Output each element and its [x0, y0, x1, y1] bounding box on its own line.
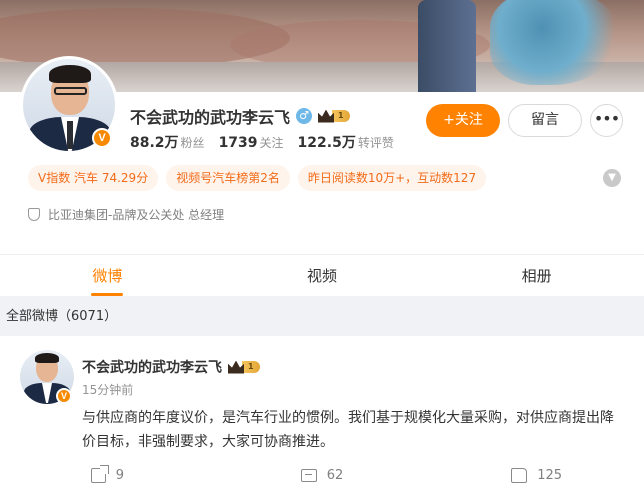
stat-following[interactable]: 1739 关注: [219, 132, 284, 151]
vip-crown-icon[interactable]: 1: [318, 109, 350, 123]
post-content: 与供应商的年度议价，是汽车行业的惯例。我们基于规模化大量采购，对供应商提出降价目…: [82, 410, 614, 450]
verification-info: 比亚迪集团-品牌及公关处 总经理: [28, 206, 224, 223]
profile-name: 不会武功的武功李云飞: [130, 108, 291, 127]
tab-weibo[interactable]: 微博: [0, 255, 215, 296]
stat-fans[interactable]: 88.2万 粉丝: [130, 132, 205, 152]
shield-icon: [28, 208, 40, 221]
vip-crown-icon[interactable]: 1: [228, 360, 260, 374]
chevron-down-icon[interactable]: ▼: [603, 169, 621, 187]
stat-engagement: 122.5万 转评赞: [297, 135, 394, 151]
post-timestamp[interactable]: 15分钟前: [82, 381, 133, 398]
tag-reading-stats[interactable]: 昨日阅读数10万+，互动数127: [297, 165, 487, 191]
comment-icon: [300, 468, 317, 482]
share-icon: [90, 464, 109, 483]
profile-tabs: 微博 视频 相册: [0, 254, 644, 296]
like-button[interactable]: 125: [429, 462, 644, 488]
feed-post: V 不会武功的武功李云飞 1 15分钟前 与供应商的年度议价，是汽车行业的惯例。…: [0, 336, 644, 497]
more-options-button[interactable]: •••: [590, 104, 623, 137]
comment-button[interactable]: 62: [215, 462, 430, 488]
tab-album[interactable]: 相册: [429, 255, 644, 296]
profile-card: V 不会武功的武功李云飞 ♂ 1 88.2万 粉丝 1739 关注 122.5万 转评…: [0, 0, 644, 296]
tag-v-index[interactable]: V指数 汽车 74.29分: [28, 165, 159, 191]
post-author[interactable]: 不会武功的武功李云飞: [82, 357, 222, 377]
post-actions: 9 62 125: [0, 462, 644, 488]
verified-badge-icon: V: [56, 388, 72, 404]
all-posts-header[interactable]: 全部微博（6071）: [6, 305, 117, 324]
verification-text: 比亚迪集团-品牌及公关处 总经理: [48, 208, 225, 222]
follow-button[interactable]: +关注: [426, 104, 500, 137]
profile-avatar[interactable]: V: [20, 56, 118, 154]
share-button[interactable]: 9: [0, 462, 215, 488]
thumbs-up-icon: [511, 467, 528, 483]
verified-badge-icon: V: [92, 128, 112, 148]
share-count: 9: [115, 467, 124, 483]
male-gender-icon: ♂: [296, 108, 313, 124]
profile-tags: V指数 汽车 74.29分 视频号汽车榜第2名 昨日阅读数10万+，互动数127: [28, 165, 487, 191]
tag-video-rank[interactable]: 视频号汽车榜第2名: [166, 165, 290, 191]
message-button[interactable]: 留言: [508, 104, 582, 137]
tab-video[interactable]: 视频: [215, 255, 430, 296]
like-count: 125: [537, 467, 563, 483]
comment-count: 62: [326, 467, 344, 483]
profile-stats: 88.2万 粉丝 1739 关注 122.5万 转评赞: [130, 132, 394, 152]
